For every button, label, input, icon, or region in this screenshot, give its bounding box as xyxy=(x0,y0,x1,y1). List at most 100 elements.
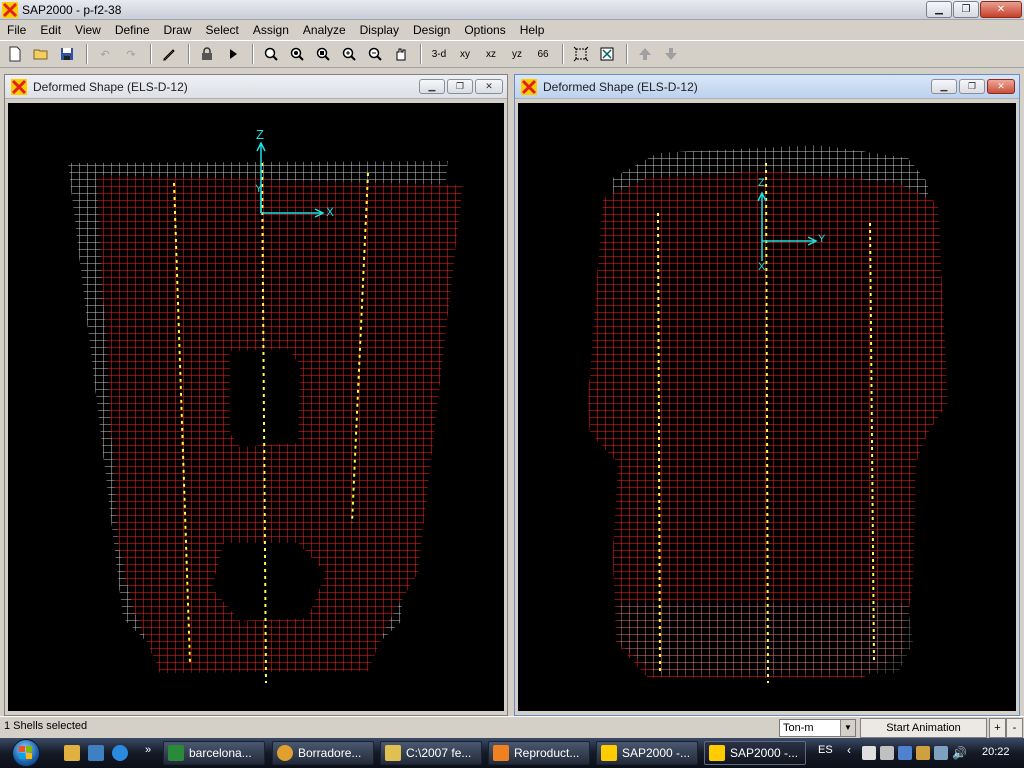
menu-analyze[interactable]: Analyze xyxy=(296,20,353,40)
selection-status: 1 Shells selected xyxy=(4,720,88,732)
zoom-in-icon[interactable] xyxy=(337,43,361,65)
taskbar-item-player[interactable]: Reproduct... xyxy=(488,741,590,765)
menu-select[interactable]: Select xyxy=(199,20,246,40)
start-button[interactable] xyxy=(4,738,48,768)
view-xz-button[interactable]: xz xyxy=(479,43,503,65)
taskbar-item-sap2000-2[interactable]: SAP2000 -... xyxy=(704,741,806,765)
right-model-canvas[interactable]: Z Y X xyxy=(518,103,1016,711)
right-axis-x-label: X xyxy=(758,261,766,273)
tray-pointer-icon[interactable] xyxy=(880,746,894,760)
zoom-restore-icon[interactable] xyxy=(285,43,309,65)
menu-edit[interactable]: Edit xyxy=(33,20,68,40)
app-titlebar: SAP2000 - p-f2-38 ▁ ❐ ✕ xyxy=(0,0,1024,20)
right-view-titlebar[interactable]: Deformed Shape (ELS-D-12) ▁ ❐ ✕ xyxy=(515,75,1019,99)
maximize-button[interactable]: ❐ xyxy=(953,1,979,18)
run-analysis-icon[interactable] xyxy=(221,43,245,65)
menu-view[interactable]: View xyxy=(68,20,108,40)
chevron-down-icon[interactable]: ▼ xyxy=(840,720,855,736)
perspective-toggle-icon[interactable]: 66 xyxy=(531,43,555,65)
view-xy-button[interactable]: xy xyxy=(453,43,477,65)
right-minimize-button[interactable]: ▁ xyxy=(931,79,957,94)
folder-quicklaunch-icon[interactable] xyxy=(64,745,80,761)
undo-icon[interactable]: ↶ xyxy=(93,43,117,65)
arrow-down-icon[interactable] xyxy=(659,43,683,65)
clock[interactable]: 20:22 xyxy=(982,746,1010,758)
left-maximize-button[interactable]: ❐ xyxy=(447,79,473,94)
sap2000-logo-icon xyxy=(11,78,27,95)
taskbar-item-folder[interactable]: C:\2007 fe... xyxy=(380,741,482,765)
right-maximize-button[interactable]: ❐ xyxy=(959,79,985,94)
clear-selection-icon[interactable] xyxy=(595,43,619,65)
left-model-canvas[interactable]: Z Y X xyxy=(8,103,504,711)
lock-icon[interactable] xyxy=(195,43,219,65)
left-close-button[interactable]: ✕ xyxy=(475,79,503,94)
menu-assign[interactable]: Assign xyxy=(246,20,296,40)
select-all-icon[interactable] xyxy=(569,43,593,65)
toolbar-separator xyxy=(150,44,152,64)
right-close-button[interactable]: ✕ xyxy=(987,79,1015,94)
left-view-window[interactable]: Deformed Shape (ELS-D-12) ▁ ❐ ✕ Z Y X xyxy=(4,74,508,716)
left-axis-y-label: Y xyxy=(255,183,263,195)
left-axis-x-label: X xyxy=(326,205,335,219)
app-window-controls: ▁ ❐ ✕ xyxy=(926,1,1022,18)
tray-shield-icon[interactable] xyxy=(916,746,930,760)
taskbar-item-borradores[interactable]: Borradore... xyxy=(272,741,374,765)
chevron-left-icon[interactable]: ‹ xyxy=(847,743,851,757)
menu-options[interactable]: Options xyxy=(457,20,512,40)
right-view-window[interactable]: Deformed Shape (ELS-D-12) ▁ ❐ ✕ Z Y X xyxy=(514,74,1020,716)
new-file-icon[interactable] xyxy=(3,43,27,65)
system-tray: ES ‹ 🔊 20:22 xyxy=(812,738,1024,768)
language-indicator[interactable]: ES xyxy=(818,744,833,756)
deformed-shape-3d-view[interactable] xyxy=(518,103,1016,711)
step-minus-button[interactable]: - xyxy=(1006,718,1023,738)
open-folder-icon[interactable] xyxy=(29,43,53,65)
menu-draw[interactable]: Draw xyxy=(157,20,199,40)
minimize-button[interactable]: ▁ xyxy=(926,1,952,18)
redo-icon[interactable]: ↷ xyxy=(119,43,143,65)
quicklaunch-more[interactable]: » xyxy=(145,744,151,756)
volume-icon[interactable]: 🔊 xyxy=(952,746,967,760)
toolbar-separator xyxy=(562,44,564,64)
tray-app-icon[interactable] xyxy=(862,746,876,760)
start-animation-button[interactable]: Start Animation xyxy=(860,718,987,738)
save-icon[interactable] xyxy=(55,43,79,65)
tray-network-icon[interactable] xyxy=(898,746,912,760)
tray-monitor-icon[interactable] xyxy=(934,746,948,760)
sap2000-logo-icon xyxy=(601,745,617,761)
taskbar-item-excel[interactable]: barcelona... xyxy=(163,741,265,765)
sap2000-logo-icon xyxy=(521,78,537,95)
windows-logo-icon xyxy=(12,739,40,767)
arrow-up-icon[interactable] xyxy=(633,43,657,65)
left-view-titlebar[interactable]: Deformed Shape (ELS-D-12) ▁ ❐ ✕ xyxy=(5,75,507,99)
ie-quicklaunch-icon[interactable] xyxy=(112,745,128,761)
menu-design[interactable]: Design xyxy=(406,20,457,40)
toolbar-separator xyxy=(86,44,88,64)
taskbar-item-label: Borradore... xyxy=(298,746,362,760)
toolbar-separator xyxy=(188,44,190,64)
menu-define[interactable]: Define xyxy=(108,20,157,40)
zoom-out-icon[interactable] xyxy=(363,43,387,65)
view-yz-button[interactable]: yz xyxy=(505,43,529,65)
pencil-icon[interactable] xyxy=(157,43,181,65)
workspace: Deformed Shape (ELS-D-12) ▁ ❐ ✕ Z Y X De… xyxy=(0,68,1024,716)
toolbar-separator xyxy=(420,44,422,64)
menu-display[interactable]: Display xyxy=(353,20,406,40)
desktop-quicklaunch-icon[interactable] xyxy=(88,745,104,761)
left-minimize-button[interactable]: ▁ xyxy=(419,79,445,94)
menu-help[interactable]: Help xyxy=(513,20,552,40)
upper-opening xyxy=(230,349,300,447)
undeformed-base-mesh xyxy=(618,603,913,675)
folder-icon xyxy=(385,745,401,761)
view-3d-button[interactable]: 3-d xyxy=(427,43,451,65)
right-axis-z-label: Z xyxy=(758,177,765,189)
close-button[interactable]: ✕ xyxy=(980,1,1022,18)
taskbar-item-sap2000-1[interactable]: SAP2000 -... xyxy=(596,741,698,765)
right-view-controls: ▁ ❐ ✕ xyxy=(931,79,1015,94)
left-axis-z-label: Z xyxy=(256,127,264,142)
zoom-full-icon[interactable] xyxy=(311,43,335,65)
pan-icon[interactable] xyxy=(389,43,413,65)
zoom-window-icon[interactable] xyxy=(259,43,283,65)
units-dropdown[interactable]: Ton-m ▼ xyxy=(779,719,856,737)
step-plus-button[interactable]: + xyxy=(989,718,1006,738)
menu-file[interactable]: File xyxy=(0,20,33,40)
